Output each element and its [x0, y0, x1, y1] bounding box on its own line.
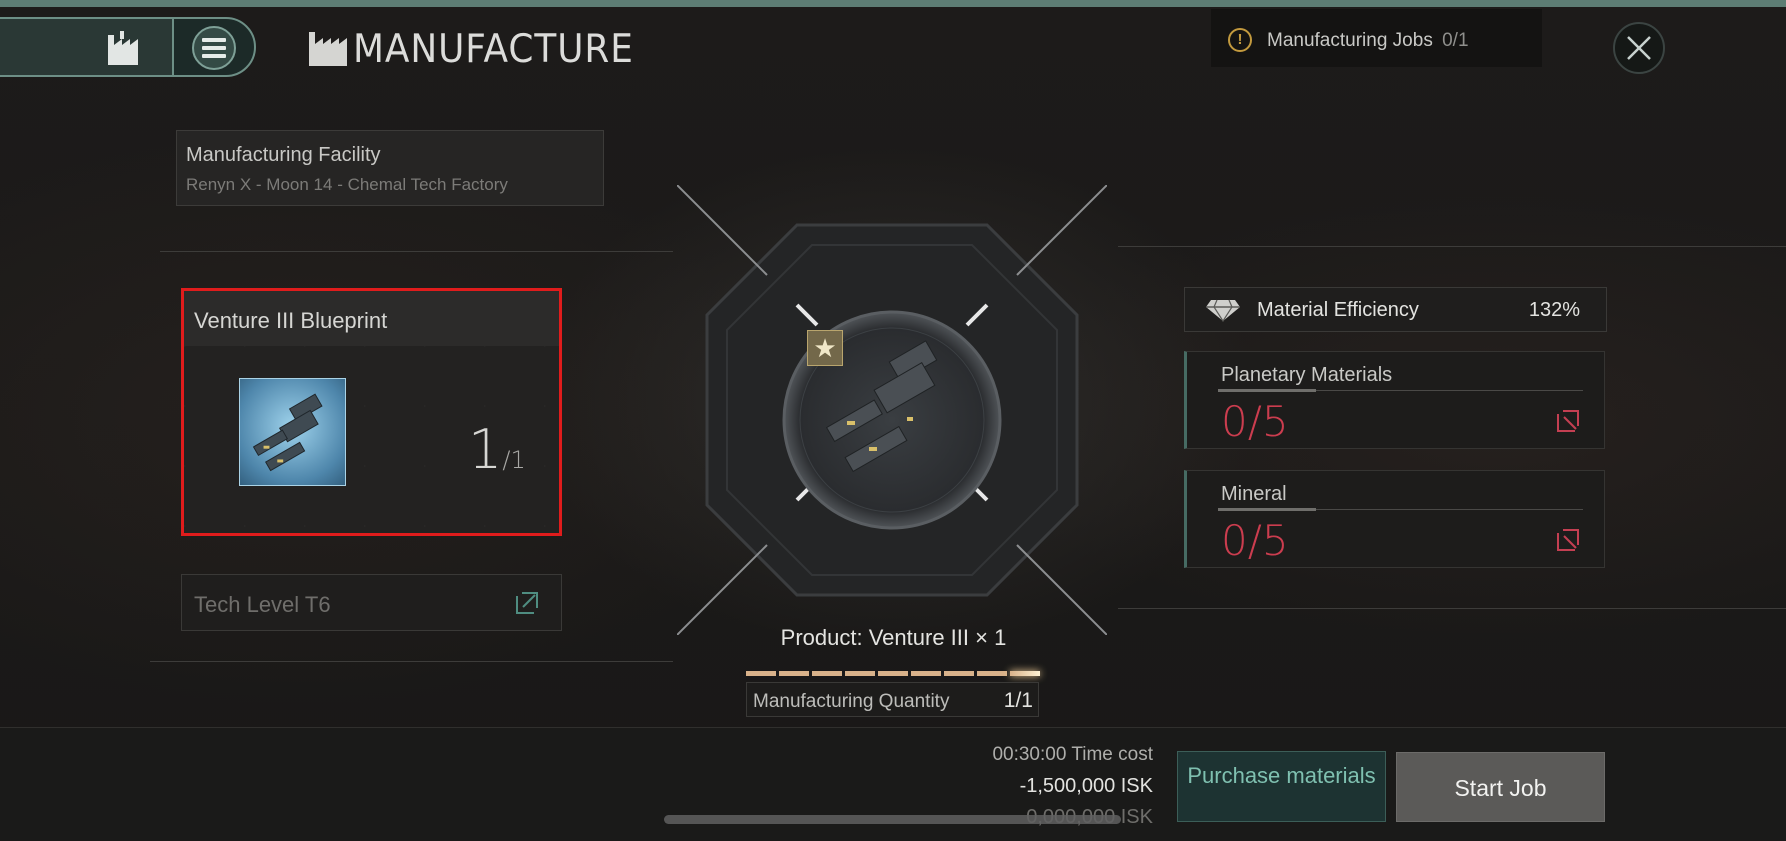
close-icon [1627, 36, 1651, 60]
jobs-label: Manufacturing Jobs [1267, 30, 1433, 51]
tech-level[interactable]: Tech Level T6 [181, 574, 562, 631]
planetary-materials-label: Planetary Materials [1221, 364, 1393, 386]
manufacturing-quantity[interactable]: Manufacturing Quantity 1/1 [746, 682, 1039, 717]
time-cost: 00:30:00 Time cost [992, 744, 1153, 765]
blueprint-name: Venture III Blueprint [194, 308, 388, 333]
product-emblem [677, 185, 1107, 635]
blueprint-thumbnail [239, 378, 346, 486]
planetary-materials[interactable]: Planetary Materials 0/5 [1184, 351, 1605, 449]
quantity-progress [746, 671, 1040, 676]
blueprint-quantity: 1 [468, 418, 503, 481]
divider-line [1118, 246, 1786, 247]
factory-icon [309, 32, 347, 66]
blueprint-quantity-total: /1 [502, 446, 526, 474]
menu-button[interactable] [192, 26, 236, 70]
mineral-value: 0/5 [1221, 516, 1289, 565]
mineral-materials[interactable]: Mineral 0/5 [1184, 470, 1605, 568]
jobs-count: 0/1 [1442, 30, 1469, 51]
select-icon [516, 592, 538, 614]
efficiency-label: Material Efficiency [1257, 299, 1419, 321]
page-title: MANUFACTURE [353, 27, 634, 72]
ship-icon [252, 393, 323, 472]
manufacturing-jobs-status: ! Manufacturing Jobs 0/1 [1211, 9, 1542, 67]
scrollbar[interactable] [664, 815, 1121, 824]
facility-value: Renyn X - Moon 14 - Chemal Tech Factory [186, 175, 508, 194]
nav-pill [0, 17, 256, 77]
manufacturing-facility: Manufacturing Facility Renyn X - Moon 14… [176, 130, 604, 206]
warning-icon: ! [1228, 28, 1252, 52]
top-accent-strip [0, 0, 1786, 7]
divider-line [1118, 608, 1786, 609]
start-job-button[interactable]: Start Job [1396, 752, 1605, 822]
facility-label: Manufacturing Facility [186, 144, 381, 166]
diamond-icon [1206, 299, 1240, 322]
quantity-label: Manufacturing Quantity [753, 691, 950, 712]
product-label: Product: Venture III × 1 [780, 625, 1007, 650]
menu-icon [202, 36, 226, 60]
divider-line [160, 251, 673, 252]
close-button[interactable] [1613, 22, 1665, 74]
select-icon [1557, 529, 1579, 551]
purchase-materials-button[interactable]: Purchase materials [1177, 751, 1386, 822]
tech-level-label: Tech Level T6 [194, 592, 331, 617]
isk-cost: -1,500,000 ISK [1019, 775, 1153, 797]
quantity-value: 1/1 [1003, 689, 1033, 712]
select-icon [1557, 410, 1579, 432]
factory-icon [108, 31, 138, 65]
material-efficiency: Material Efficiency 132% [1184, 287, 1607, 332]
divider-line [150, 661, 673, 662]
star-badge-icon: ★ [807, 330, 843, 366]
factory-tab[interactable] [0, 19, 174, 75]
planetary-materials-value: 0/5 [1221, 397, 1289, 446]
mineral-label: Mineral [1221, 483, 1287, 505]
efficiency-value: 132% [1528, 299, 1580, 321]
blueprint-card[interactable]: Venture III Blueprint 1/1 [181, 288, 562, 536]
